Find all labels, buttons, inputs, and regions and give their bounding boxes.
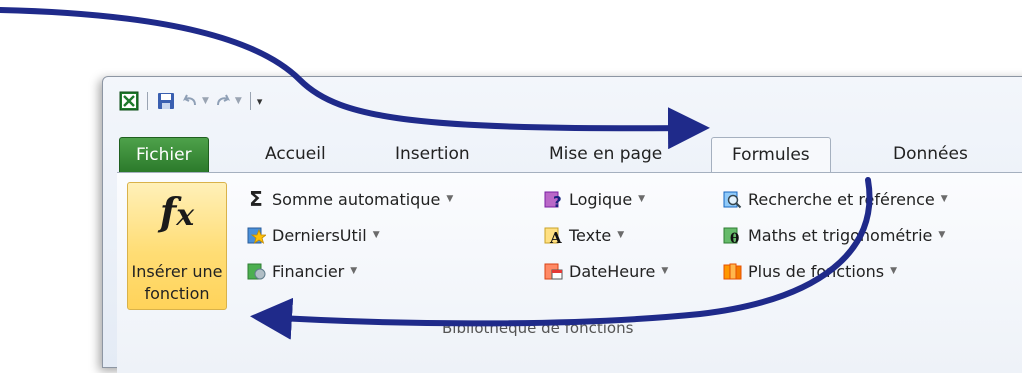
autosum-label: Somme automatique: [272, 189, 441, 209]
star-book-icon: [245, 224, 267, 246]
svg-text:?: ?: [553, 193, 562, 209]
excel-window: ▼ ▼ ▾ Fichier Accueil Insertion Mise en …: [102, 76, 1022, 373]
excel-icon[interactable]: [119, 91, 139, 111]
more-functions-button[interactable]: Plus de fonctions ▼: [721, 259, 897, 283]
fx-icon: fx: [159, 189, 195, 234]
theta-book-icon: θ: [721, 224, 743, 246]
financial-button[interactable]: Financier ▼: [245, 259, 357, 283]
ribbon-tabs: Fichier Accueil Insertion Mise en page F…: [119, 137, 1022, 173]
chevron-down-icon: ▼: [372, 230, 380, 240]
text-book-icon: A: [542, 224, 564, 246]
logical-label: Logique: [569, 189, 633, 209]
books-icon: [721, 260, 743, 282]
chevron-down-icon: ▼: [617, 230, 625, 240]
logical-book-icon: ?: [542, 188, 564, 210]
redo-icon[interactable]: [213, 91, 233, 111]
datetime-label: DateHeure: [569, 261, 656, 281]
svg-text:A: A: [549, 229, 562, 245]
lookup-reference-button[interactable]: Recherche et référence ▼: [721, 187, 948, 211]
redo-dropdown-icon[interactable]: ▼: [235, 96, 242, 106]
insert-function-label: Insérer une fonction: [128, 261, 226, 305]
math-trig-label: Maths et trigonométrie: [748, 225, 933, 245]
chevron-down-icon: ▼: [940, 194, 948, 204]
chevron-down-icon: ▼: [638, 194, 646, 204]
datetime-button[interactable]: DateHeure ▼: [542, 259, 668, 283]
tab-file[interactable]: Fichier: [119, 137, 209, 172]
customize-icon[interactable]: ▾: [257, 95, 263, 108]
toolbar-separator: [147, 92, 148, 110]
more-functions-label: Plus de fonctions: [748, 261, 885, 281]
toolbar-separator: [249, 92, 251, 110]
chevron-down-icon: ▼: [350, 266, 358, 276]
math-trig-button[interactable]: θ Maths et trigonométrie ▼: [721, 223, 945, 247]
logical-button[interactable]: ? Logique ▼: [542, 187, 645, 211]
sigma-icon: Σ: [249, 187, 263, 211]
tab-insert[interactable]: Insertion: [375, 137, 490, 171]
tab-data[interactable]: Données: [873, 137, 988, 171]
calendar-book-icon: [542, 260, 564, 282]
chevron-down-icon: ▼: [661, 266, 669, 276]
svg-text:θ: θ: [730, 231, 739, 245]
undo-dropdown-icon[interactable]: ▼: [202, 96, 209, 106]
insert-function-label-line2: fonction: [144, 284, 210, 303]
chevron-down-icon: ▼: [890, 266, 898, 276]
tab-formulas[interactable]: Formules: [711, 137, 831, 173]
ribbon-panel: fx Insérer une fonction Σ Somme automati…: [117, 172, 1022, 373]
magnifier-book-icon: [721, 188, 743, 210]
chevron-down-icon: ▼: [446, 194, 454, 204]
recently-used-label: DerniersUtil: [272, 225, 367, 245]
recently-used-button[interactable]: DerniersUtil ▼: [245, 223, 380, 247]
quick-access-toolbar: ▼ ▼ ▾: [119, 89, 262, 113]
tab-home[interactable]: Accueil: [245, 137, 346, 171]
financial-book-icon: [245, 260, 267, 282]
lookup-reference-label: Recherche et référence: [748, 189, 935, 209]
save-icon[interactable]: [156, 91, 176, 111]
text-label: Texte: [569, 225, 612, 245]
tab-page-layout[interactable]: Mise en page: [529, 137, 682, 171]
chevron-down-icon: ▼: [938, 230, 946, 240]
financial-label: Financier: [272, 261, 345, 281]
group-label: Bibliothèque de fonctions: [442, 319, 634, 337]
insert-function-label-line1: Insérer une: [131, 262, 223, 281]
autosum-button[interactable]: Σ Somme automatique ▼: [245, 187, 453, 211]
insert-function-button[interactable]: fx Insérer une fonction: [127, 182, 227, 310]
undo-icon[interactable]: [180, 91, 200, 111]
text-button[interactable]: A Texte ▼: [542, 223, 624, 247]
